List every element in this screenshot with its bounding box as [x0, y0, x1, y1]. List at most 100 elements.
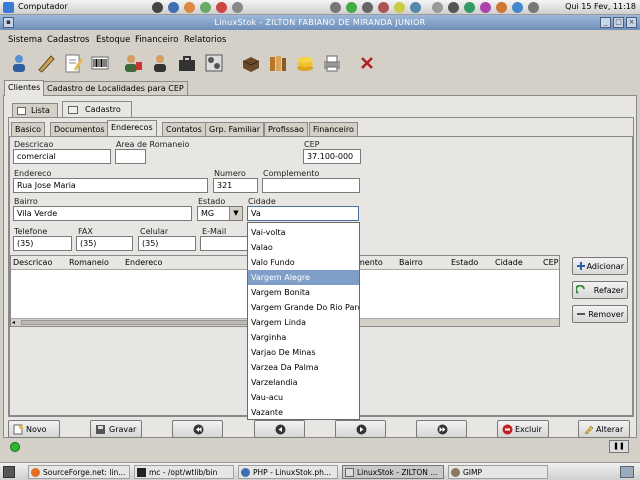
last-record-button[interactable]: [416, 420, 467, 438]
tab-lista[interactable]: Lista: [12, 103, 58, 117]
coins-icon[interactable]: [294, 52, 316, 74]
city-autocomplete-list[interactable]: Vai-volta Valao Valo Fundo Vargem Alegre…: [247, 222, 360, 420]
computer-icon[interactable]: [3, 2, 14, 13]
telefone-field[interactable]: (35): [13, 236, 72, 251]
close-icon[interactable]: ×: [626, 17, 637, 28]
settings-tray-icon[interactable]: [232, 2, 243, 13]
menu-financeiro[interactable]: Financeiro: [135, 35, 178, 45]
numero-field[interactable]: 321: [213, 178, 258, 193]
col-bairro[interactable]: Bairro: [399, 258, 423, 267]
next-record-button[interactable]: [335, 420, 386, 438]
city-option-selected[interactable]: Vargem Alegre: [248, 270, 359, 285]
weather-tray-icon[interactable]: [496, 2, 507, 13]
city-option[interactable]: Valo Fundo: [248, 255, 359, 270]
remover-button[interactable]: Remover: [572, 305, 628, 323]
col-endereco[interactable]: Endereco: [125, 258, 162, 267]
adicionar-button[interactable]: Adicionar: [572, 257, 628, 275]
media-tray-icon[interactable]: [216, 2, 227, 13]
first-record-button[interactable]: [172, 420, 223, 438]
alert-tray-icon[interactable]: [378, 2, 389, 13]
tab-cadastro-localidades[interactable]: Cadastro de Localidades para CEP: [43, 81, 188, 95]
area-romaneio-field[interactable]: [115, 149, 146, 164]
city-option[interactable]: Vai-volta: [248, 225, 359, 240]
fax-field[interactable]: (35): [76, 236, 133, 251]
firefox-tray-icon[interactable]: [168, 2, 179, 13]
city-option[interactable]: Vargem Bonita: [248, 285, 359, 300]
tab-profissao[interactable]: Profissao: [264, 122, 308, 136]
window-title-bar[interactable]: ▪ LinuxStok - ZILTON FABIANO DE MIRANDA …: [0, 15, 640, 30]
tab-enderecos[interactable]: Enderecos: [107, 120, 157, 136]
email-field[interactable]: [200, 236, 248, 251]
computer-menu[interactable]: Computador: [18, 2, 68, 11]
col-cep[interactable]: CEP: [543, 258, 558, 267]
city-option[interactable]: Vargem Grande Do Rio Pardo: [248, 300, 359, 315]
excluir-button[interactable]: Excluir: [497, 420, 549, 438]
tab-cadastro[interactable]: Cadastro: [62, 101, 132, 117]
city-option[interactable]: Varginha: [248, 330, 359, 345]
books-icon[interactable]: [267, 52, 289, 74]
col-estado[interactable]: Estado: [451, 258, 478, 267]
thunderbird-tray-icon[interactable]: [184, 2, 195, 13]
cep-field[interactable]: 37.100-000: [303, 149, 361, 164]
descricao-field[interactable]: comercial: [13, 149, 111, 164]
alterar-button[interactable]: Alterar: [578, 420, 630, 438]
bairro-field[interactable]: Vila Verde: [13, 206, 192, 221]
show-desktop-icon[interactable]: [3, 466, 15, 478]
previous-record-button[interactable]: [254, 420, 305, 438]
cidade-field[interactable]: Va: [247, 206, 359, 221]
briefcase-icon[interactable]: [176, 52, 198, 74]
tab-grp-familiar[interactable]: Grp. Familiar: [205, 122, 265, 136]
task-sourceforge[interactable]: SourceForge.net: lin...: [28, 465, 130, 479]
tab-contatos[interactable]: Contatos: [162, 122, 206, 136]
person-icon[interactable]: [149, 52, 171, 74]
printer-tray-icon[interactable]: [362, 2, 373, 13]
col-complemento[interactable]: mento: [357, 258, 383, 267]
update-tray-icon[interactable]: [346, 2, 357, 13]
network-tray-icon[interactable]: [330, 2, 341, 13]
minimize-icon[interactable]: _: [600, 17, 611, 28]
users-icon[interactable]: [8, 52, 30, 74]
endereco-field[interactable]: Rua Jose Maria: [13, 178, 208, 193]
workspace-switcher-icon[interactable]: [620, 466, 634, 478]
pen-icon[interactable]: [35, 52, 57, 74]
city-option[interactable]: Vazante: [248, 405, 359, 420]
task-linuxstok[interactable]: LinuxStok - ZILTON ...: [342, 465, 444, 479]
tab-financeiro[interactable]: Financeiro: [309, 122, 358, 136]
col-cidade[interactable]: Cidade: [495, 258, 523, 267]
scroll-thumb[interactable]: [21, 320, 251, 325]
gravar-button[interactable]: Gravar: [90, 420, 142, 438]
scroll-left-icon[interactable]: ◂: [12, 319, 15, 326]
folder-tray-icon[interactable]: [394, 2, 405, 13]
city-option[interactable]: Varzelandia: [248, 375, 359, 390]
exit-icon[interactable]: [356, 52, 378, 74]
menu-relatorios[interactable]: Relatorios: [184, 35, 226, 45]
city-option[interactable]: Varjao De Minas: [248, 345, 359, 360]
clock[interactable]: Qui 15 Fev, 11:18: [565, 2, 636, 11]
refazer-button[interactable]: Refazer: [572, 281, 628, 299]
menu-estoque[interactable]: Estoque: [96, 35, 130, 45]
power-tray-icon[interactable]: [528, 2, 539, 13]
task-gimp[interactable]: GIMP: [448, 465, 548, 479]
city-option[interactable]: Vargem Linda: [248, 315, 359, 330]
printer-icon[interactable]: [321, 52, 343, 74]
city-option[interactable]: Vau-acu: [248, 390, 359, 405]
menu-sistema[interactable]: Sistema: [8, 35, 42, 45]
app-tray-icon[interactable]: [200, 2, 211, 13]
chat-tray-icon[interactable]: [480, 2, 491, 13]
col-descricao[interactable]: Descricao: [13, 258, 52, 267]
clipboard-tray-icon[interactable]: [464, 2, 475, 13]
city-option[interactable]: Varzea Da Palma: [248, 360, 359, 375]
tools-icon[interactable]: [203, 52, 225, 74]
box-icon[interactable]: [240, 52, 262, 74]
volume-tray-icon[interactable]: [410, 2, 421, 13]
celular-field[interactable]: (35): [138, 236, 196, 251]
col-romaneio[interactable]: Romaneio: [69, 258, 109, 267]
complemento-field[interactable]: [262, 178, 360, 193]
tab-documentos[interactable]: Documentos: [50, 122, 109, 136]
estado-select[interactable]: MG ▼: [197, 206, 243, 221]
keyboard-tray-icon[interactable]: [432, 2, 443, 13]
wifi-tray-icon[interactable]: [512, 2, 523, 13]
tab-basico[interactable]: Basico: [11, 122, 46, 136]
menu-cadastros[interactable]: Cadastros: [47, 35, 89, 45]
task-php[interactable]: PHP - LinuxStok.ph...: [238, 465, 338, 479]
